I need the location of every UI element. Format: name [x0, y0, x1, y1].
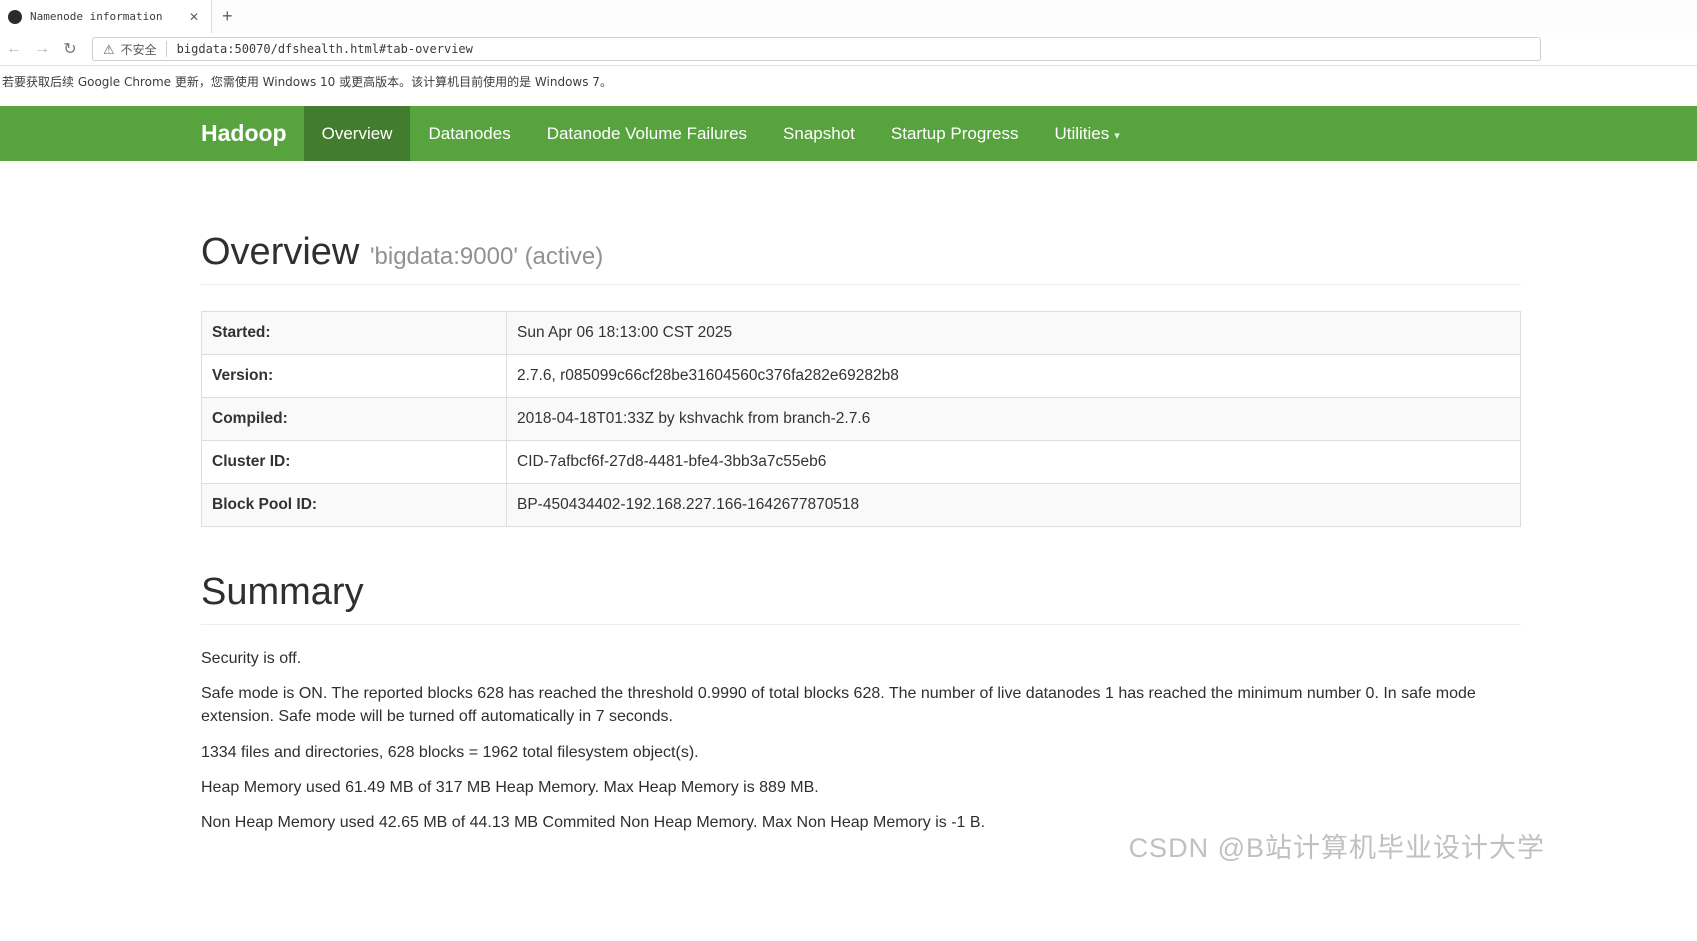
summary-paragraph: Non Heap Memory used 42.65 MB of 44.13 M… [201, 813, 986, 831]
nav-item-datanodes[interactable]: Datanodes [410, 106, 528, 161]
nav-item-startup-progress[interactable]: Startup Progress [873, 106, 1037, 161]
main-content: Overview 'bigdata:9000' (active) Started… [201, 231, 1521, 834]
nav-item-datanode-volume-failures[interactable]: Datanode Volume Failures [529, 106, 765, 161]
summary-paragraph: Heap Memory used 61.49 MB of 317 MB Heap… [201, 778, 819, 796]
nav-item-utilities[interactable]: Utilities ▾ [1036, 106, 1137, 161]
security-badge[interactable]: 不安全 [121, 41, 157, 58]
tab-strip: Namenode information ✕ + [0, 0, 1697, 33]
page-title: Overview 'bigdata:9000' (active) [201, 231, 1521, 274]
summary-paragraph: Security is off. [201, 650, 302, 667]
back-icon[interactable]: ← [0, 35, 28, 63]
navbar-items: Overview Datanodes Datanode Volume Failu… [303, 106, 1138, 161]
nav-item-snapshot[interactable]: Snapshot [765, 106, 873, 161]
overview-subtitle: 'bigdata:9000' (active) [369, 243, 604, 270]
row-label: Version: [201, 354, 507, 398]
close-icon[interactable]: ✕ [185, 8, 203, 26]
overview-title: Overview [201, 231, 360, 273]
table-row: Started: Sun Apr 06 18:13:00 CST 2025 [201, 311, 1521, 355]
row-label: Started: [201, 311, 507, 355]
browser-notice-bar: 若要获取后续 Google Chrome 更新，您需使用 Windows 10 … [0, 66, 1697, 96]
row-value: 2.7.6, r085099c66cf28be31604560c376fa282… [506, 354, 1521, 398]
summary-paragraph: 1334 files and directories, 628 blocks =… [201, 743, 699, 761]
overview-header: Overview 'bigdata:9000' (active) [201, 231, 1521, 285]
table-row: Compiled: 2018-04-18T01:33Z by kshvachk … [201, 397, 1521, 441]
browser-chrome: Namenode information ✕ + ← → ↻ ⚠ 不安全 big… [0, 0, 1697, 96]
summary-text: Security is off. Safe mode is ON. The re… [201, 647, 1521, 834]
overview-info-table: Started: Sun Apr 06 18:13:00 CST 2025 Ve… [201, 311, 1521, 527]
new-tab-button[interactable]: + [212, 0, 243, 33]
address-bar: ← → ↻ ⚠ 不安全 bigdata:50070/dfshealth.html… [0, 33, 1697, 66]
summary-title: Summary [201, 571, 364, 613]
browser-tab[interactable]: Namenode information ✕ [0, 0, 212, 33]
nav-item-overview[interactable]: Overview [303, 106, 411, 161]
table-row: Block Pool ID: BP-450434402-192.168.227.… [201, 483, 1521, 527]
notice-text: 若要获取后续 Google Chrome 更新，您需使用 Windows 10 … [2, 74, 612, 89]
table-row: Version: 2.7.6, r085099c66cf28be31604560… [201, 354, 1521, 398]
favicon-icon [8, 9, 22, 24]
row-label: Block Pool ID: [201, 483, 507, 527]
row-value: Sun Apr 06 18:13:00 CST 2025 [506, 311, 1521, 355]
warning-icon: ⚠ [103, 41, 115, 57]
row-value: CID-7afbcf6f-27d8-4481-bfe4-3bb3a7c55eb6 [506, 440, 1521, 484]
chevron-down-icon: ▾ [1114, 130, 1120, 142]
url-input[interactable]: ⚠ 不安全 bigdata:50070/dfshealth.html#tab-o… [92, 37, 1541, 61]
reload-icon[interactable]: ↻ [56, 35, 84, 63]
table-row: Cluster ID: CID-7afbcf6f-27d8-4481-bfe4-… [201, 440, 1521, 484]
url-text[interactable]: bigdata:50070/dfshealth.html#tab-overvie… [177, 42, 473, 56]
row-value: BP-450434402-192.168.227.166-16426778705… [506, 483, 1521, 527]
row-label: Cluster ID: [201, 440, 507, 484]
divider [165, 41, 167, 57]
navbar-brand[interactable]: Hadoop [201, 106, 304, 161]
row-value: 2018-04-18T01:33Z by kshvachk from branc… [506, 397, 1521, 441]
summary-paragraph: Safe mode is ON. The reported blocks 628… [201, 685, 1476, 726]
nav-item-utilities-label: Utilities [1054, 124, 1110, 143]
row-label: Compiled: [201, 397, 507, 441]
tab-title: Namenode information [30, 10, 163, 23]
hadoop-navbar: Hadoop Overview Datanodes Datanode Volum… [0, 106, 1697, 161]
forward-icon[interactable]: → [28, 35, 56, 63]
summary-header: Summary [201, 571, 1521, 625]
